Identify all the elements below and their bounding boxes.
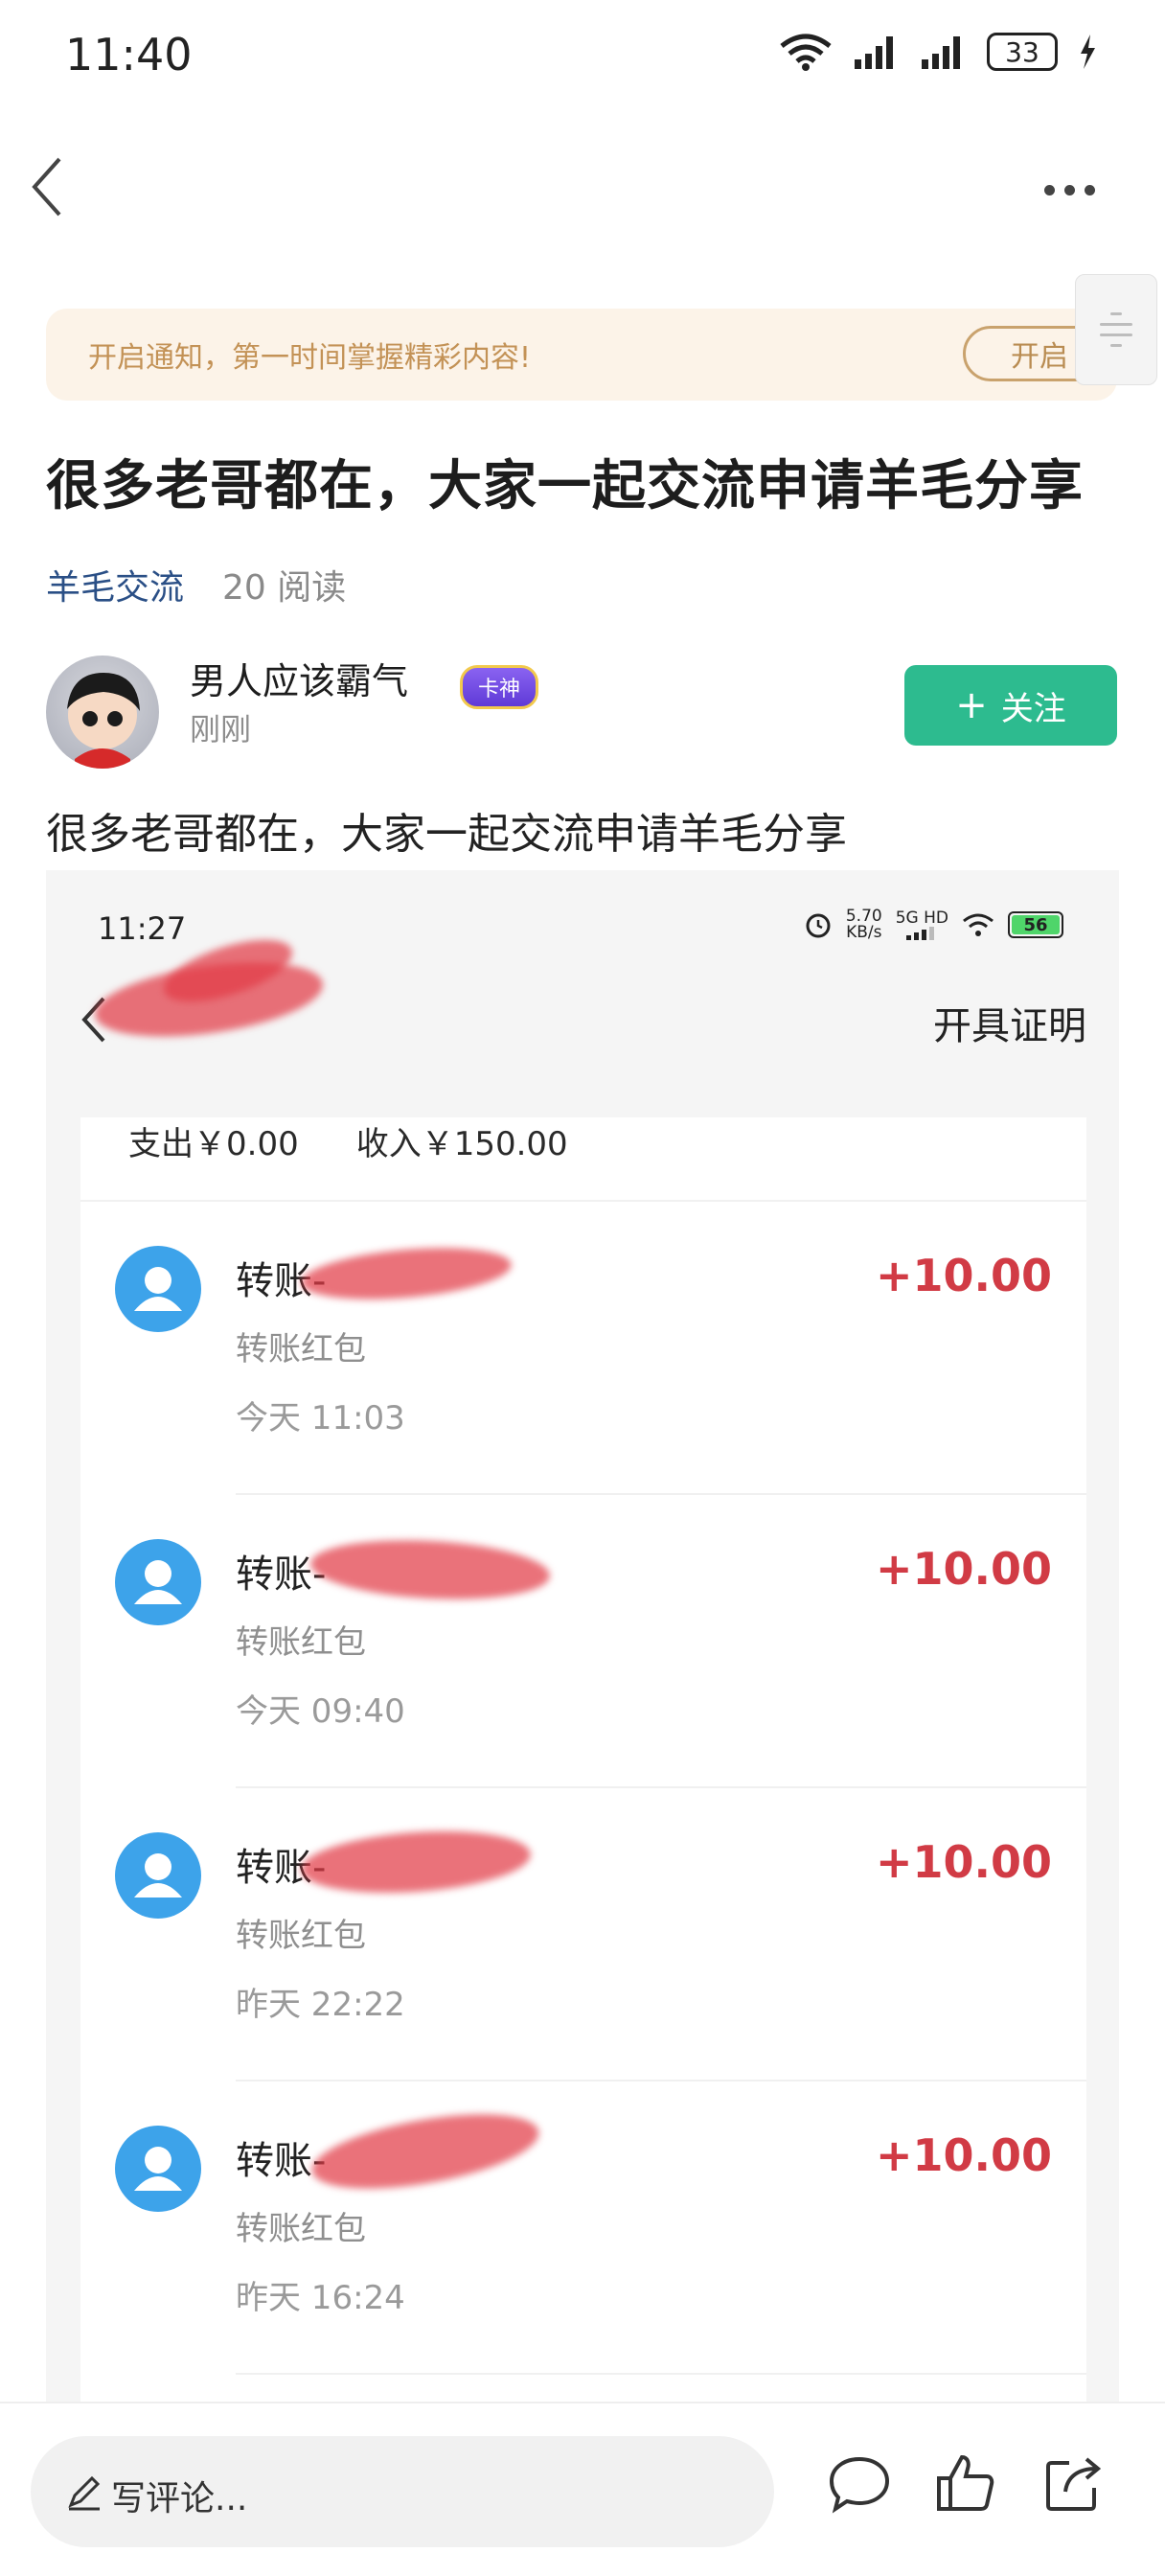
transaction-time: 今天 09:40 bbox=[236, 1692, 405, 1731]
plus-icon: + bbox=[955, 683, 988, 727]
topic-link[interactable]: 羊毛交流 bbox=[46, 560, 184, 610]
transaction-amount: +10.00 bbox=[875, 1250, 1052, 1301]
user-avatar-icon bbox=[115, 1246, 201, 1332]
more-options-button[interactable] bbox=[1044, 171, 1111, 209]
redaction-mark bbox=[299, 1240, 514, 1307]
follow-label: 关注 bbox=[1000, 689, 1066, 728]
transaction-row: 转账- 转账红包 今天 11:03 +10.00 bbox=[80, 1202, 1086, 1495]
transaction-amount: +10.00 bbox=[875, 2129, 1052, 2181]
divider bbox=[236, 2373, 1086, 2375]
comment-input[interactable]: 写评论... bbox=[31, 2436, 774, 2547]
expense-total: 支出￥0.00 bbox=[128, 1125, 299, 1163]
transaction-row: 转账- 转账红包 今天 09:40 +10.00 bbox=[80, 1495, 1086, 1788]
pencil-icon bbox=[68, 2475, 101, 2511]
status-icons: 33 bbox=[778, 33, 1098, 71]
avatar-icon bbox=[67, 673, 140, 769]
transaction-amount: +10.00 bbox=[875, 1543, 1052, 1595]
side-drag-handle[interactable] bbox=[1075, 274, 1157, 385]
signal-icon-2 bbox=[922, 36, 960, 69]
transaction-row: 转账- 转账红包 昨天 16:24 +10.00 bbox=[80, 2082, 1086, 2375]
share-icon[interactable] bbox=[1040, 2450, 1108, 2517]
status-time: 11:40 bbox=[65, 29, 193, 80]
transaction-amount: +10.00 bbox=[875, 1836, 1052, 1888]
notification-banner: 开启通知，第一时间掌握精彩内容! 开启 bbox=[46, 309, 1117, 401]
post-body: 很多老哥都在，大家一起交流申请羊毛分享 bbox=[46, 810, 847, 859]
notice-text: 开启通知，第一时间掌握精彩内容! bbox=[88, 341, 532, 375]
back-button[interactable] bbox=[27, 153, 75, 220]
read-count: 20 阅读 bbox=[222, 568, 347, 608]
transaction-title: 转账- bbox=[236, 2139, 327, 2183]
issue-certificate-link: 开具证明 bbox=[933, 1004, 1086, 1048]
image-status-icons: 5.70 KB/s 5G HD 56 bbox=[804, 908, 1063, 941]
wifi-icon-small bbox=[963, 913, 994, 936]
signal-icon-small bbox=[906, 926, 935, 940]
image-battery: 56 bbox=[1008, 911, 1063, 938]
redaction-mark bbox=[299, 1824, 533, 1900]
badge-label: 卡神 bbox=[459, 665, 538, 709]
author-name[interactable]: 男人应该霸气 bbox=[190, 652, 408, 704]
image-status-time: 11:27 bbox=[98, 910, 187, 947]
transaction-time: 今天 11:03 bbox=[236, 1399, 405, 1438]
transaction-time: 昨天 22:22 bbox=[236, 1986, 405, 2024]
redaction-mark bbox=[307, 2100, 544, 2203]
transaction-list: 支出￥0.00 收入￥150.00 转账- 转账红包 今天 11:03 +10.… bbox=[80, 1117, 1086, 2404]
post-title: 很多老哥都在，大家一起交流申请羊毛分享 bbox=[46, 455, 1084, 518]
net-unit: KB/s bbox=[846, 923, 882, 942]
transaction-type: 转账红包 bbox=[236, 2210, 366, 2248]
like-icon[interactable] bbox=[931, 2450, 998, 2517]
income-total: 收入￥150.00 bbox=[355, 1125, 568, 1163]
transaction-type: 转账红包 bbox=[236, 1917, 366, 1955]
author-badge: 卡神 bbox=[443, 661, 556, 713]
follow-button[interactable]: + 关注 bbox=[904, 665, 1117, 746]
user-avatar-icon bbox=[115, 1539, 201, 1625]
transaction-type: 转账红包 bbox=[236, 1623, 366, 1662]
battery-indicator: 33 bbox=[987, 33, 1058, 71]
user-avatar-icon bbox=[115, 1832, 201, 1919]
bottom-bar: 写评论... bbox=[0, 2402, 1165, 2576]
transaction-row: 转账- 转账红包 昨天 22:22 +10.00 bbox=[80, 1788, 1086, 2082]
transaction-type: 转账红包 bbox=[236, 1330, 366, 1368]
author-avatar[interactable] bbox=[46, 656, 159, 769]
post-image[interactable]: 11:27 5.70 KB/s 5G HD 56 开具证明 支出￥0.00 收入… bbox=[46, 870, 1119, 2404]
more-icon bbox=[1044, 184, 1055, 196]
user-avatar-icon bbox=[115, 2126, 201, 2212]
comment-placeholder: 写评论... bbox=[111, 2479, 248, 2518]
transaction-time: 昨天 16:24 bbox=[236, 2279, 405, 2317]
signal-icon bbox=[855, 36, 893, 69]
comment-icon[interactable] bbox=[826, 2450, 893, 2517]
wifi-icon bbox=[780, 34, 832, 71]
net-type: 5G HD bbox=[895, 908, 948, 928]
post-time: 刚刚 bbox=[190, 711, 252, 748]
alarm-icon bbox=[806, 913, 831, 938]
transaction-title: 转账- bbox=[236, 1552, 327, 1597]
redaction-mark bbox=[308, 1534, 552, 1605]
summary-row: 支出￥0.00 收入￥150.00 bbox=[128, 1117, 568, 1164]
charging-icon bbox=[1081, 34, 1095, 69]
chevron-left-icon bbox=[32, 157, 61, 217]
